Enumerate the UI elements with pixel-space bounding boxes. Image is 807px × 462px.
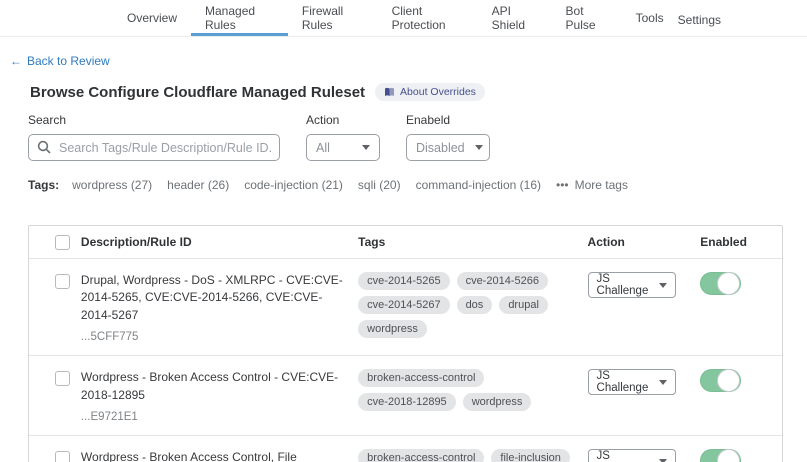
tag-filter-link[interactable]: sqli (20) [358,178,401,192]
rule-description: Wordpress - Broken Access Control - CVE:… [81,369,344,404]
tag-filter-link[interactable]: header (26) [167,178,229,192]
table-header-row: Description/Rule ID Tags Action Enabled [29,226,782,259]
more-tags-link[interactable]: ••• More tags [556,178,628,192]
tab-overview[interactable]: Overview [113,0,191,36]
rule-tags: cve-2014-5265 cve-2014-5266 cve-2014-5267 d… [358,272,577,338]
rule-tag-pill: cve-2014-5265 [358,272,449,290]
back-arrow-icon: ← [10,54,22,68]
rule-tag-pill: file-inclusion [491,449,570,462]
enabled-filter-value: Disabled [416,141,465,155]
tab-managed-rules[interactable]: Managed Rules [191,0,288,36]
rule-id: ...E9721E1 [81,411,344,423]
rule-enabled-toggle[interactable] [700,272,741,295]
rule-tags: broken-access-controlfile-inclusionwordp… [358,449,577,462]
enabled-filter-label: Enabeld [406,113,490,127]
chevron-down-icon [659,283,667,288]
action-filter-value: All [316,141,330,155]
rule-enabled-toggle[interactable] [700,369,741,392]
rule-action-value: JS Challenge [597,450,659,462]
tab-settings[interactable]: Settings [678,0,721,36]
about-overrides-label: About Overrides [400,86,476,98]
page-title: Browse Configure Cloudflare Managed Rule… [30,84,365,101]
row-checkbox[interactable] [55,451,70,462]
toggle-knob [717,449,740,462]
managed-rules-table: Description/Rule ID Tags Action Enabled … [28,225,783,462]
chevron-down-icon [475,145,483,150]
column-action: Action [588,235,693,249]
tag-links: wordpress (27) header (26) code-injection … [72,178,541,192]
row-checkbox[interactable] [55,274,70,289]
rule-tag-pill: cve-2018-12895 [358,393,456,411]
about-overrides-badge[interactable]: About Overrides [375,83,485,101]
tab-firewall-rules[interactable]: Firewall Rules [288,0,378,36]
nav-tabs: OverviewManaged RulesFirewall RulesClien… [113,0,678,36]
table-row: Wordpress - Broken Access Control, File … [29,436,782,462]
action-filter-dropdown[interactable]: All [306,134,380,161]
tags-bar-label: Tags: [28,178,59,192]
tag-filter-link[interactable]: code-injection (21) [244,178,343,192]
search-label: Search [28,113,280,127]
back-to-review-link[interactable]: ← Back to Review [10,54,110,68]
select-all-checkbox[interactable] [55,235,70,250]
rule-id: ...5CFF775 [81,331,344,343]
top-navigation: OverviewManaged RulesFirewall RulesClien… [0,0,807,37]
tab-bot-pulse[interactable]: Bot Pulse [552,0,622,36]
toggle-knob [717,369,740,392]
rule-description: Wordpress - Broken Access Control, File … [81,449,344,462]
tab-client-protection[interactable]: Client Protection [378,0,478,36]
tab-api-shield[interactable]: API Shield [478,0,552,36]
search-icon [37,140,51,159]
more-tags-label: More tags [575,178,628,192]
rule-tags: broken-access-control cve-2018-12895 wordp… [358,369,577,411]
ellipsis-icon: ••• [556,178,569,192]
toggle-knob [717,272,740,295]
chevron-down-icon [362,145,370,150]
back-link-label: Back to Review [27,54,110,68]
tab-tools[interactable]: Tools [622,0,678,36]
rule-action-dropdown[interactable]: JS Challenge [588,449,676,462]
rule-enabled-toggle[interactable] [700,449,741,462]
column-enabled: Enabled [692,235,782,249]
tags-bar: Tags: wordpress (27) header (26) code-inje… [28,178,807,192]
book-icon [384,87,395,97]
rule-tag-pill: wordpress [358,320,427,338]
rule-action-value: JS Challenge [597,273,659,297]
rule-action-value: JS Challenge [597,370,659,394]
rule-tag-pill: cve-2014-5266 [457,272,548,290]
rule-action-dropdown[interactable]: JS Challenge [588,369,676,395]
tag-filter-link[interactable]: command-injection (16) [416,178,541,192]
table-row: Drupal, Wordpress - DoS - XMLRPC - CVE:C… [29,259,782,356]
rule-action-dropdown[interactable]: JS Challenge [588,272,676,298]
rule-tag-pill: cve-2014-5267 [358,296,449,314]
rule-tag-pill: wordpress [463,393,532,411]
rule-tag-pill: dos [457,296,493,314]
row-checkbox[interactable] [55,371,70,386]
chevron-down-icon [659,380,667,385]
search-input[interactable] [28,134,280,161]
rule-description: Drupal, Wordpress - DoS - XMLRPC - CVE:C… [81,272,344,324]
column-description: Description/Rule ID [81,235,358,249]
column-tags: Tags [358,235,587,249]
rule-tag-pill: broken-access-control [358,369,484,387]
rule-tag-pill: drupal [499,296,548,314]
tag-filter-link[interactable]: wordpress (27) [72,178,152,192]
rule-tag-pill: broken-access-control [358,449,484,462]
action-filter-label: Action [306,113,380,127]
enabled-filter-dropdown[interactable]: Disabled [406,134,490,161]
table-row: Wordpress - Broken Access Control - CVE:… [29,356,782,436]
